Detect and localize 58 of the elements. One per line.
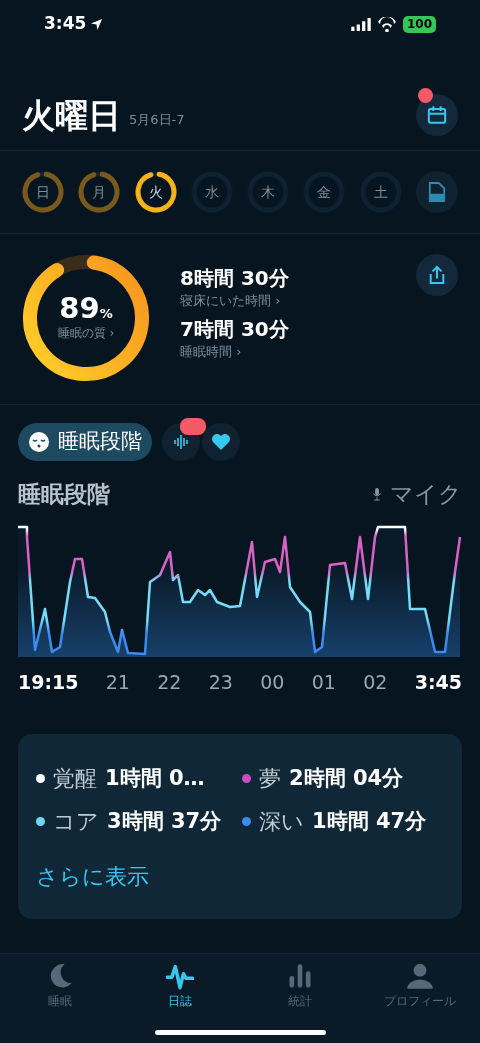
calendar-icon [427, 105, 447, 125]
duration-value: 8時間 30分 [180, 266, 290, 291]
day-button[interactable]: 水 [190, 171, 233, 213]
duration-link[interactable]: 寝床にいた時間 › [180, 291, 416, 311]
stage-duration: 2時間 04分 [289, 765, 404, 792]
stage-duration: 1時間 0… [105, 765, 205, 792]
day-button[interactable]: 月 [78, 171, 121, 213]
location-arrow-icon [90, 17, 104, 31]
day-button[interactable]: 火 [134, 171, 177, 213]
hour-label: 21 [105, 669, 130, 695]
cellular-signal-icon [350, 17, 371, 31]
hour-label: 23 [208, 669, 233, 695]
duration-value: 7時間 30分 [180, 316, 290, 342]
microphone-icon [372, 487, 382, 501]
start-time: 19:15 [18, 669, 79, 695]
day-button[interactable]: 木 [247, 171, 290, 213]
wifi-icon [376, 16, 397, 32]
end-time: 3:45 [414, 669, 462, 695]
quality-link[interactable]: 睡眠の質 › [57, 323, 115, 342]
tab-bar-item[interactable]: 日誌 [120, 962, 240, 1010]
quality-score: 89 [59, 294, 100, 324]
stage-name: 深い [259, 808, 304, 836]
hour-label: 22 [157, 669, 182, 695]
clock-time: 3:45 [44, 12, 87, 36]
share-button[interactable] [416, 254, 458, 296]
sleeping-face-icon [28, 431, 50, 453]
sound-wave-icon [173, 432, 189, 452]
person-icon [406, 962, 434, 990]
chart-title: 睡眠段階 [18, 480, 110, 509]
document-icon [427, 181, 446, 203]
day-button[interactable]: 金 [303, 171, 346, 213]
heart-rate-tab[interactable] [202, 423, 240, 461]
source-label: マイク [390, 480, 462, 509]
date-range: 5月6日-7 [129, 111, 185, 129]
stages-tab[interactable]: 睡眠段階 [18, 423, 152, 461]
stage-name: 夢 [259, 765, 281, 793]
tab-bar-item[interactable]: 統計 [240, 962, 360, 1010]
day-button[interactable]: 土 [359, 171, 402, 213]
hour-label: 00 [260, 669, 285, 695]
share-icon [428, 265, 446, 285]
hour-label: 01 [311, 669, 336, 695]
battery-level: 100 [402, 15, 436, 33]
tab-bar-item[interactable]: プロフィール [360, 962, 480, 1010]
percent-sign: % [99, 306, 113, 324]
stage-name: 覚醒 [53, 765, 97, 793]
show-more-link[interactable]: さらに表示 [36, 860, 149, 893]
stage-name: コア [53, 808, 99, 836]
pulse-wave-icon [166, 962, 194, 990]
report-button[interactable] [415, 171, 458, 213]
stage-duration: 1時間 47分 [312, 808, 427, 835]
duration-link[interactable]: 睡眠時間 › [180, 341, 416, 361]
calendar-button[interactable] [416, 94, 458, 136]
tab-bar-item[interactable]: 睡眠 [0, 962, 120, 1010]
hour-label: 02 [363, 669, 388, 695]
heart-icon [211, 432, 231, 452]
day-title: 火曜日 [22, 98, 121, 132]
day-button[interactable]: 日 [22, 171, 64, 213]
stage-duration: 3時間 37分 [107, 808, 222, 835]
